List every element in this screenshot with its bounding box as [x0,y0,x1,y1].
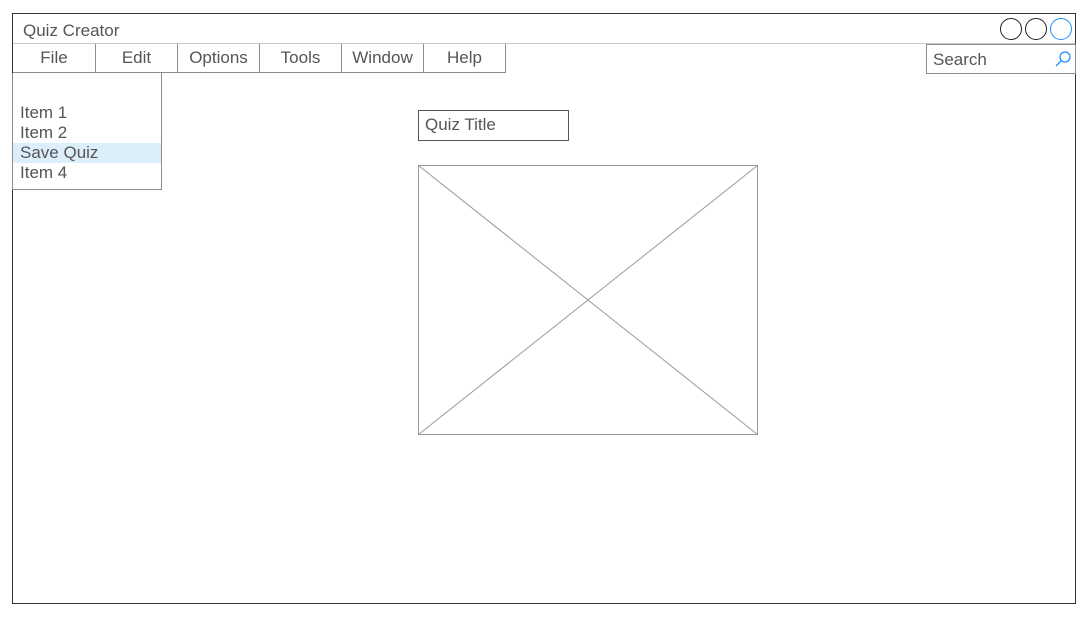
menu-tools[interactable]: Tools [260,44,342,73]
title-bar: Quiz Creator [13,14,1075,44]
menu-window[interactable]: Window [342,44,424,73]
menu-file[interactable]: File [13,44,96,73]
window-controls [1000,18,1072,40]
quiz-title-field[interactable]: Quiz Title [418,110,569,141]
search-placeholder: Search [933,50,987,69]
minimize-button[interactable] [1000,18,1022,40]
app-window: Quiz Creator File Edit Options Tools Win… [12,13,1076,604]
dropdown-item-2[interactable]: Item 2 [13,123,161,143]
search-input[interactable]: Search [926,44,1076,74]
menu-options[interactable]: Options [178,44,260,73]
menu-help[interactable]: Help [424,44,506,73]
dropdown-item-save-quiz[interactable]: Save Quiz [13,143,161,163]
dropdown-item-4[interactable]: Item 4 [13,163,161,183]
menu-bar: File Edit Options Tools Window Help [13,44,506,73]
window-title: Quiz Creator [23,21,120,40]
maximize-button[interactable] [1025,18,1047,40]
search-icon[interactable] [1054,50,1072,68]
menu-edit[interactable]: Edit [96,44,178,73]
file-menu-dropdown: Item 1 Item 2 Save Quiz Item 4 [12,73,162,190]
image-placeholder [418,165,758,435]
close-button[interactable] [1050,18,1072,40]
dropdown-item-1[interactable]: Item 1 [13,103,161,123]
